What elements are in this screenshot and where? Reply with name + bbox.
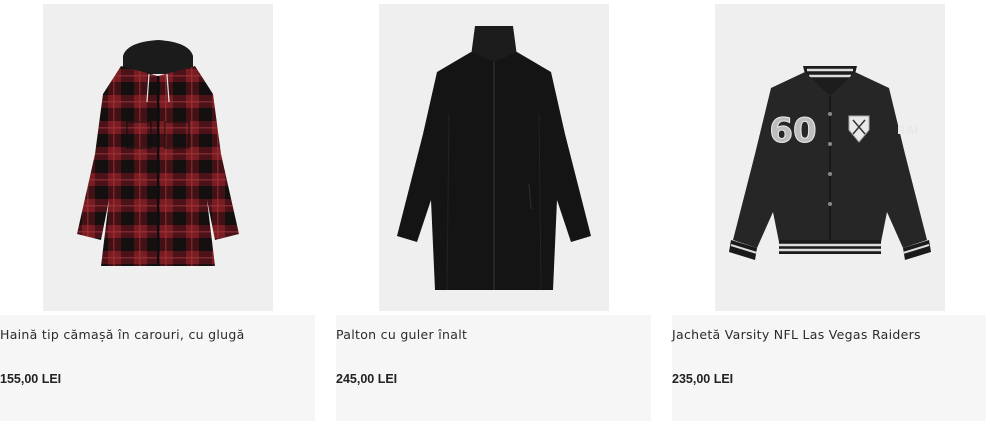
jacket-number-print: 60 <box>769 111 816 151</box>
product-image[interactable]: 60 RAI <box>715 4 945 311</box>
product-image[interactable] <box>43 4 273 311</box>
high-collar-coat-image <box>397 26 591 291</box>
sleeve-print: RAI <box>897 124 918 137</box>
plaid-hooded-shirt-jacket-image <box>77 40 239 266</box>
product-card[interactable]: Haină tip cămașă în carouri, cu glugă 15… <box>0 0 315 421</box>
varsity-jacket-image: 60 RAI <box>729 66 931 260</box>
product-image[interactable] <box>379 4 609 311</box>
product-name[interactable]: Haină tip cămașă în carouri, cu glugă <box>0 327 245 342</box>
product-info: Palton cu guler înalt 245,00 LEI <box>336 315 651 421</box>
product-card[interactable]: 60 RAI Jachetă Varsity NFL Las Vegas Rai… <box>672 0 986 421</box>
product-info: Haină tip cămașă în carouri, cu glugă 15… <box>0 315 315 421</box>
product-card[interactable]: Palton cu guler înalt 245,00 LEI <box>336 0 651 421</box>
product-info: Jachetă Varsity NFL Las Vegas Raiders 23… <box>672 315 986 421</box>
product-name[interactable]: Palton cu guler înalt <box>336 327 467 342</box>
product-name[interactable]: Jachetă Varsity NFL Las Vegas Raiders <box>672 327 921 342</box>
product-price: 235,00 LEI <box>672 372 734 386</box>
product-price: 155,00 LEI <box>0 372 62 386</box>
product-price: 245,00 LEI <box>336 372 398 386</box>
